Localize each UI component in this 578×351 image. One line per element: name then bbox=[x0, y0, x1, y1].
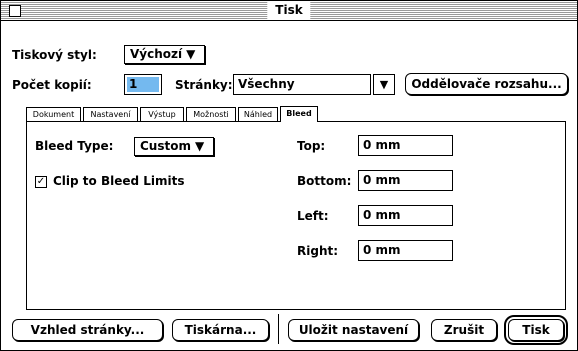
chevron-down-icon: ▼ bbox=[194, 139, 205, 153]
title-bar[interactable]: Tisk bbox=[1, 1, 577, 21]
tab-moznosti[interactable]: Možnosti bbox=[186, 107, 236, 121]
tab-nastaveni[interactable]: Nastavení bbox=[83, 107, 138, 121]
tab-nahled[interactable]: Náhled bbox=[238, 107, 278, 121]
bleed-type-value: Custom bbox=[140, 139, 191, 153]
page-setup-button[interactable]: Vzhled stránky... bbox=[12, 319, 163, 341]
range-separators-button[interactable]: Oddělovače rozsahu... bbox=[405, 73, 568, 95]
copies-field[interactable]: 1 bbox=[124, 74, 162, 95]
tab-dokument[interactable]: Dokument bbox=[26, 107, 81, 121]
window-title: Tisk bbox=[267, 2, 311, 19]
pages-dropdown-button[interactable]: ▼ bbox=[373, 74, 395, 95]
copies-label: Počet kopií: bbox=[12, 78, 92, 92]
bleed-type-label: Bleed Type: bbox=[35, 139, 114, 153]
bleed-top-label: Top: bbox=[297, 139, 326, 153]
print-dialog: Tisk Tiskový styl: Výchozí ▼ Počet kopií:… bbox=[0, 0, 578, 351]
pages-field[interactable]: Všechny bbox=[233, 74, 371, 95]
bleed-bottom-input[interactable]: 0 mm bbox=[358, 170, 453, 191]
tab-bleed[interactable]: Bleed bbox=[280, 106, 318, 122]
chevron-down-icon: ▼ bbox=[379, 78, 389, 91]
pages-label: Stránky: bbox=[175, 78, 233, 92]
save-settings-button[interactable]: Uložit nastavení bbox=[288, 319, 419, 341]
bleed-type-popup[interactable]: Custom ▼ bbox=[134, 137, 214, 156]
copies-value: 1 bbox=[127, 77, 159, 92]
bleed-top-input[interactable]: 0 mm bbox=[358, 135, 453, 156]
clip-to-bleed-label: Clip to Bleed Limits bbox=[53, 174, 185, 188]
bleed-right-input[interactable]: 0 mm bbox=[358, 240, 453, 261]
print-style-value: Výchozí bbox=[130, 47, 183, 61]
bleed-left-label: Left: bbox=[297, 209, 329, 223]
cancel-button[interactable]: Zrušit bbox=[431, 319, 497, 341]
print-style-label: Tiskový styl: bbox=[12, 48, 97, 62]
bleed-right-label: Right: bbox=[297, 244, 339, 258]
bleed-bottom-label: Bottom: bbox=[297, 174, 352, 188]
print-style-popup[interactable]: Výchozí ▼ bbox=[124, 45, 205, 64]
bleed-panel: Bleed Type: Custom ▼ ✓ Clip to Bleed Limi… bbox=[26, 121, 566, 310]
tab-vystup[interactable]: Výstup bbox=[140, 107, 184, 121]
print-button[interactable]: Tisk bbox=[504, 315, 568, 345]
clip-to-bleed-checkbox[interactable]: ✓ bbox=[35, 176, 47, 188]
bleed-left-input[interactable]: 0 mm bbox=[358, 205, 453, 226]
printer-button[interactable]: Tiskárna... bbox=[172, 319, 269, 341]
chevron-down-icon: ▼ bbox=[186, 47, 196, 61]
close-box[interactable] bbox=[9, 5, 21, 17]
footer-divider bbox=[278, 314, 279, 344]
